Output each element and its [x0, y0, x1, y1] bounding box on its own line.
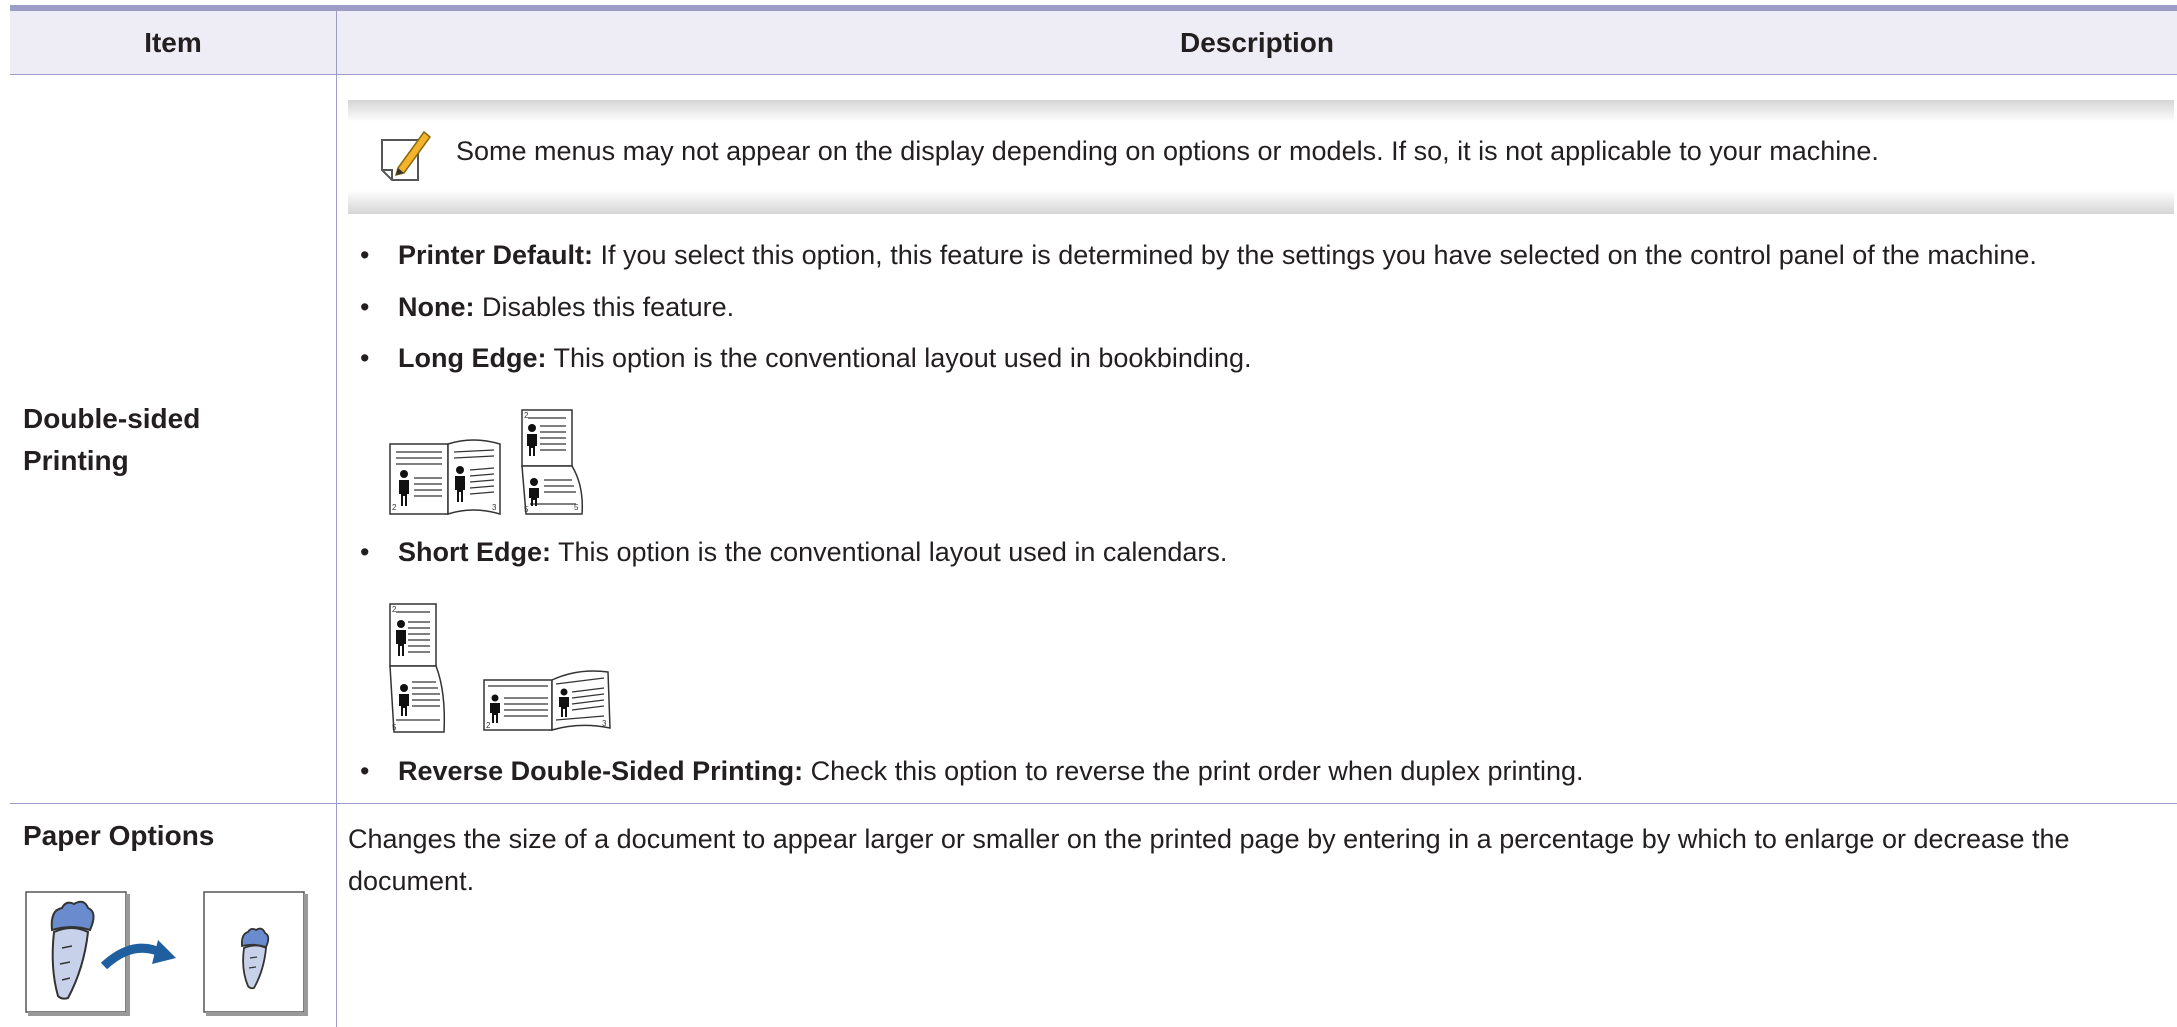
option-text: Disables this feature. — [474, 292, 735, 322]
option-label: Reverse Double-Sided Printing: — [398, 756, 804, 786]
scale-down-icon — [22, 888, 312, 1024]
bullet-dot: • — [360, 240, 370, 270]
paper-options-description: Changes the size of a document to appear… — [348, 824, 2070, 896]
option-text: If you select this option, this feature … — [593, 240, 2037, 270]
bullet-dot: • — [360, 537, 370, 567]
option-label: Printer Default: — [398, 240, 594, 270]
option-reverse-double-sided: • Reverse Double-Sided Printing: Check th… — [360, 754, 1584, 788]
row-divider — [10, 803, 2177, 804]
header-bottom-rule — [10, 74, 2177, 75]
svg-text:3: 3 — [492, 503, 497, 512]
svg-text:2: 2 — [524, 411, 529, 420]
bullet-dot: • — [360, 756, 370, 786]
short-edge-illustration: 2 5 2 3 — [388, 602, 618, 736]
option-label: None: — [398, 292, 475, 322]
bullet-dot: • — [360, 343, 370, 373]
svg-text:3: 3 — [602, 719, 607, 728]
option-label: Short Edge: — [398, 537, 551, 567]
column-divider — [336, 11, 337, 1027]
note-box: Some menus may not appear on the display… — [348, 100, 2174, 214]
options-table: Item Description Double-sided Printing S… — [10, 0, 2177, 1027]
long-edge-illustration: 2 3 2 5 5 — [388, 406, 618, 516]
option-text: This option is the conventional layout u… — [551, 537, 1228, 567]
svg-text:2: 2 — [392, 503, 397, 512]
option-none: • None: Disables this feature. — [360, 290, 734, 324]
header-description: Description — [337, 11, 2177, 74]
note-pencil-icon — [378, 126, 432, 186]
note-text: Some menus may not appear on the display… — [456, 136, 1879, 166]
option-text: This option is the conventional layout u… — [546, 343, 1252, 373]
item-paper-options: Paper Options — [23, 820, 215, 851]
svg-text:2: 2 — [392, 605, 397, 614]
option-short-edge: • Short Edge: This option is the conventi… — [360, 535, 1227, 569]
option-label: Long Edge: — [398, 343, 547, 373]
svg-text:5: 5 — [524, 505, 529, 514]
bullet-dot: • — [360, 292, 370, 322]
option-text: Check this option to reverse the print o… — [803, 756, 1584, 786]
item-double-sided-printing: Double-sided Printing — [23, 403, 201, 476]
header-item: Item — [10, 11, 336, 74]
option-long-edge: • Long Edge: This option is the conventio… — [360, 341, 1251, 375]
svg-text:5: 5 — [392, 723, 397, 732]
svg-text:5: 5 — [574, 503, 579, 512]
svg-text:2: 2 — [486, 721, 491, 730]
option-printer-default: • Printer Default: If you select this opt… — [360, 238, 2037, 272]
